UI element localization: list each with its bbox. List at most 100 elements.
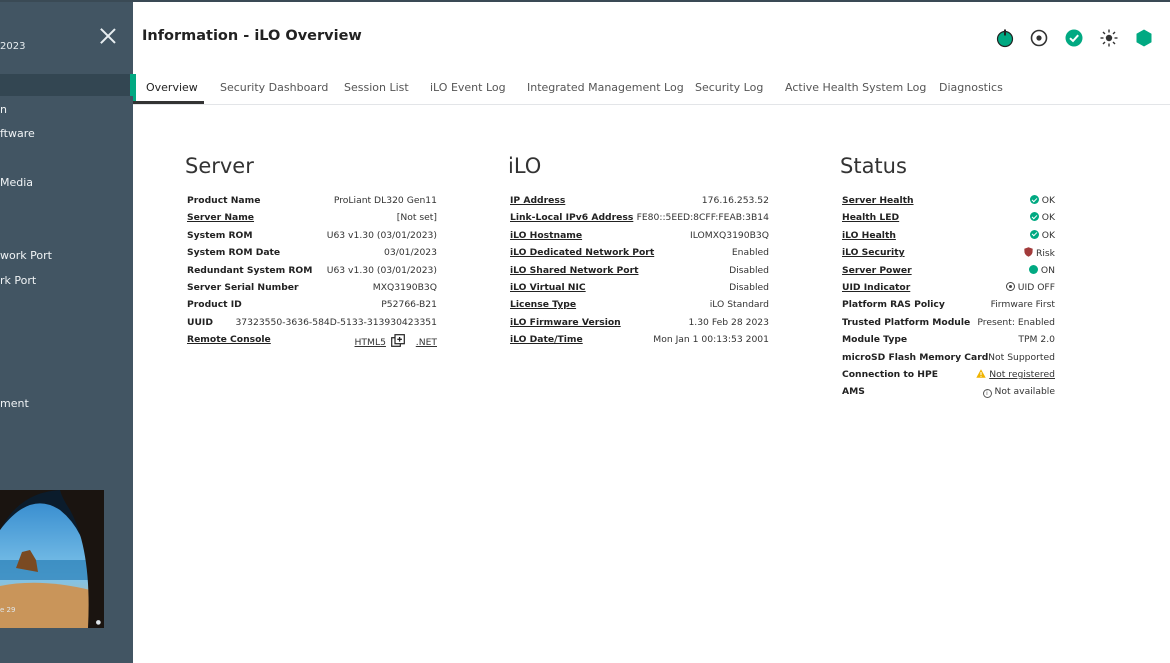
server-row-server-name: Server Name [Not set] [187, 212, 437, 229]
ilo-shared-network-port-value: Disabled [729, 265, 769, 276]
power-icon[interactable] [995, 28, 1015, 48]
ilo-row-ilo-virtual-nic: iLO Virtual NIC Disabled [510, 282, 769, 299]
ilo-firmware-version-value: 1.30 Feb 28 2023 [688, 317, 769, 328]
status-row-ams: AMS i Not available [842, 386, 1055, 403]
product-id-value-text: P52766-B21 [381, 299, 437, 311]
ilo-firmware-version-value-text: 1.30 Feb 28 2023 [688, 316, 769, 328]
ilo-dedicated-network-port-value: Enabled [732, 247, 769, 258]
status-ok-icon [1029, 229, 1039, 239]
server-serial-number-value-text: MXQ3190B3Q [372, 282, 437, 293]
sidebar-date: 2023 [0, 41, 26, 52]
sidebar-item-active[interactable] [0, 74, 133, 96]
ilo-row-ilo-date-time: iLO Date/Time Mon Jan 1 00:13:53 2001 [510, 334, 769, 351]
ilo-dedicated-network-port-label[interactable]: iLO Dedicated Network Port [510, 247, 654, 258]
tab-session-list[interactable]: Session List [344, 81, 409, 94]
uuid-value-text: 37323550-3636-584D-5133-313930423351 [235, 316, 437, 328]
status-row-uid-indicator: UID Indicator UID OFF [842, 282, 1055, 299]
net-console-link[interactable]: .NET [416, 337, 437, 348]
system-rom-date-value: 03/01/2023 [384, 247, 437, 258]
tab-diagnostics[interactable]: Diagnostics [939, 81, 1003, 94]
connection-to-hpe-label: Connection to HPE [842, 369, 939, 380]
ip-address-value-text: 176.16.253.52 [701, 195, 769, 206]
launch-console-icon[interactable] [390, 334, 405, 347]
server-power-label[interactable]: Server Power [842, 265, 912, 276]
sidebar-item-virtual-media[interactable]: Media [0, 176, 33, 189]
uuid-label: UUID [187, 316, 213, 328]
link-local-ipv6-address-label[interactable]: Link-Local IPv6 Address [510, 212, 633, 223]
tab-active-health-system-log[interactable]: Active Health System Log [785, 81, 926, 94]
license-type-label[interactable]: License Type [510, 299, 576, 310]
server-power-value: ON [1028, 264, 1055, 276]
status-row-ilo-health: iLO Health OK [842, 229, 1055, 247]
server-name-label[interactable]: Server Name [187, 212, 254, 223]
sidebar-item-shared-network-port[interactable]: rk Port [0, 274, 36, 287]
sidebar-item-information[interactable]: n [0, 103, 7, 116]
brightness-icon[interactable] [1099, 28, 1119, 48]
server-row-product-name: Product Name ProLiant DL320 Gen11 [187, 195, 437, 212]
sidebar-item-management[interactable]: ment [0, 397, 29, 410]
ilo-firmware-version-label[interactable]: iLO Firmware Version [510, 317, 621, 328]
ilo-date-time-value-text: Mon Jan 1 00:13:53 2001 [653, 334, 769, 346]
sidebar-item-firmware[interactable]: ftware [0, 127, 35, 140]
ilo-row-ilo-hostname: iLO Hostname ILOMXQ3190B3Q [510, 230, 769, 247]
system-rom-label: System ROM [187, 229, 253, 241]
sidebar-item-dedicated-network-port[interactable]: work Port [0, 249, 52, 262]
uid-icon[interactable] [1029, 28, 1049, 48]
tab-integrated-management-log[interactable]: Integrated Management Log [527, 81, 684, 94]
ilo-date-time-label[interactable]: iLO Date/Time [510, 334, 583, 345]
tab-bar: Overview Security Dashboard Session List… [133, 74, 1170, 105]
status-row-connection-to-hpe: Connection to HPE Not registered [842, 369, 1055, 386]
tab-ilo-event-log[interactable]: iLO Event Log [430, 81, 506, 94]
tab-overview-underline [133, 101, 204, 104]
server-serial-number-label: Server Serial Number [187, 282, 299, 293]
ip-address-label[interactable]: IP Address [510, 195, 565, 206]
security-hexagon-icon[interactable] [1134, 28, 1154, 48]
remote-console-thumbnail[interactable]: e 29 ● [0, 490, 104, 628]
health-led-label[interactable]: Health LED [842, 212, 899, 223]
platform-ras-policy-value: Firmware First [991, 299, 1055, 310]
trusted-platform-module-value-text: Present: Enabled [977, 316, 1055, 328]
risk-shield-icon [1024, 247, 1033, 257]
ilo-security-label[interactable]: iLO Security [842, 247, 905, 258]
server-row-server-serial-number: Server Serial Number MXQ3190B3Q [187, 282, 437, 299]
ilo-shared-network-port-label[interactable]: iLO Shared Network Port [510, 265, 639, 276]
health-ok-icon[interactable] [1064, 28, 1084, 48]
server-section-title: Server [185, 154, 254, 178]
link-local-ipv6-address-value: FE80::5EED:8CFF:FEAB:3B14 [637, 212, 769, 223]
uid-indicator-label[interactable]: UID Indicator [842, 282, 910, 293]
link-local-ipv6-address-value-text: FE80::5EED:8CFF:FEAB:3B14 [636, 212, 769, 224]
connection-to-hpe-value-text[interactable]: Not registered [989, 369, 1055, 380]
ams-value-text: Not available [994, 386, 1056, 398]
module-type-value: TPM 2.0 [1018, 334, 1055, 345]
product-id-value: P52766-B21 [381, 299, 437, 310]
tab-security-dashboard[interactable]: Security Dashboard [220, 81, 328, 94]
system-rom-value: U63 v1.30 (03/01/2023) [327, 230, 437, 241]
close-sidebar-icon[interactable] [98, 26, 118, 46]
module-type-value-text: TPM 2.0 [1018, 334, 1055, 346]
server-power-value-text: ON [1040, 264, 1055, 276]
status-ok-icon [1029, 212, 1039, 222]
ilo-health-label[interactable]: iLO Health [842, 230, 896, 241]
server-name-value: [Not set] [397, 212, 437, 223]
tab-overview[interactable]: Overview [146, 81, 198, 94]
ilo-hostname-label[interactable]: iLO Hostname [510, 230, 582, 241]
html5-console-link[interactable]: HTML5 [355, 337, 386, 348]
ilo-virtual-nic-label[interactable]: iLO Virtual NIC [510, 282, 586, 293]
license-type-value: iLO Standard [710, 299, 769, 310]
connection-to-hpe-value: Not registered [976, 369, 1055, 380]
active-tab-indicator [133, 74, 136, 101]
page-title: Information - iLO Overview [142, 28, 362, 44]
ip-address-value: 176.16.253.52 [702, 195, 769, 206]
server-health-label[interactable]: Server Health [842, 195, 914, 206]
status-row-microsd-flash-memory-card: microSD Flash Memory Card Not Supported [842, 352, 1055, 369]
tab-security-log[interactable]: Security Log [695, 81, 763, 94]
health-led-value: OK [1029, 212, 1055, 223]
ilo-row-ilo-dedicated-network-port: iLO Dedicated Network Port Enabled [510, 247, 769, 264]
remote-console-label[interactable]: Remote Console [187, 334, 271, 345]
platform-ras-policy-label: Platform RAS Policy [842, 299, 945, 311]
uid-off-icon [1005, 282, 1015, 291]
thumbnail-date-text: e 29 [0, 606, 16, 614]
module-type-label: Module Type [842, 334, 908, 346]
power-on-icon [1028, 264, 1038, 274]
ilo-health-value-text: OK [1041, 229, 1055, 241]
